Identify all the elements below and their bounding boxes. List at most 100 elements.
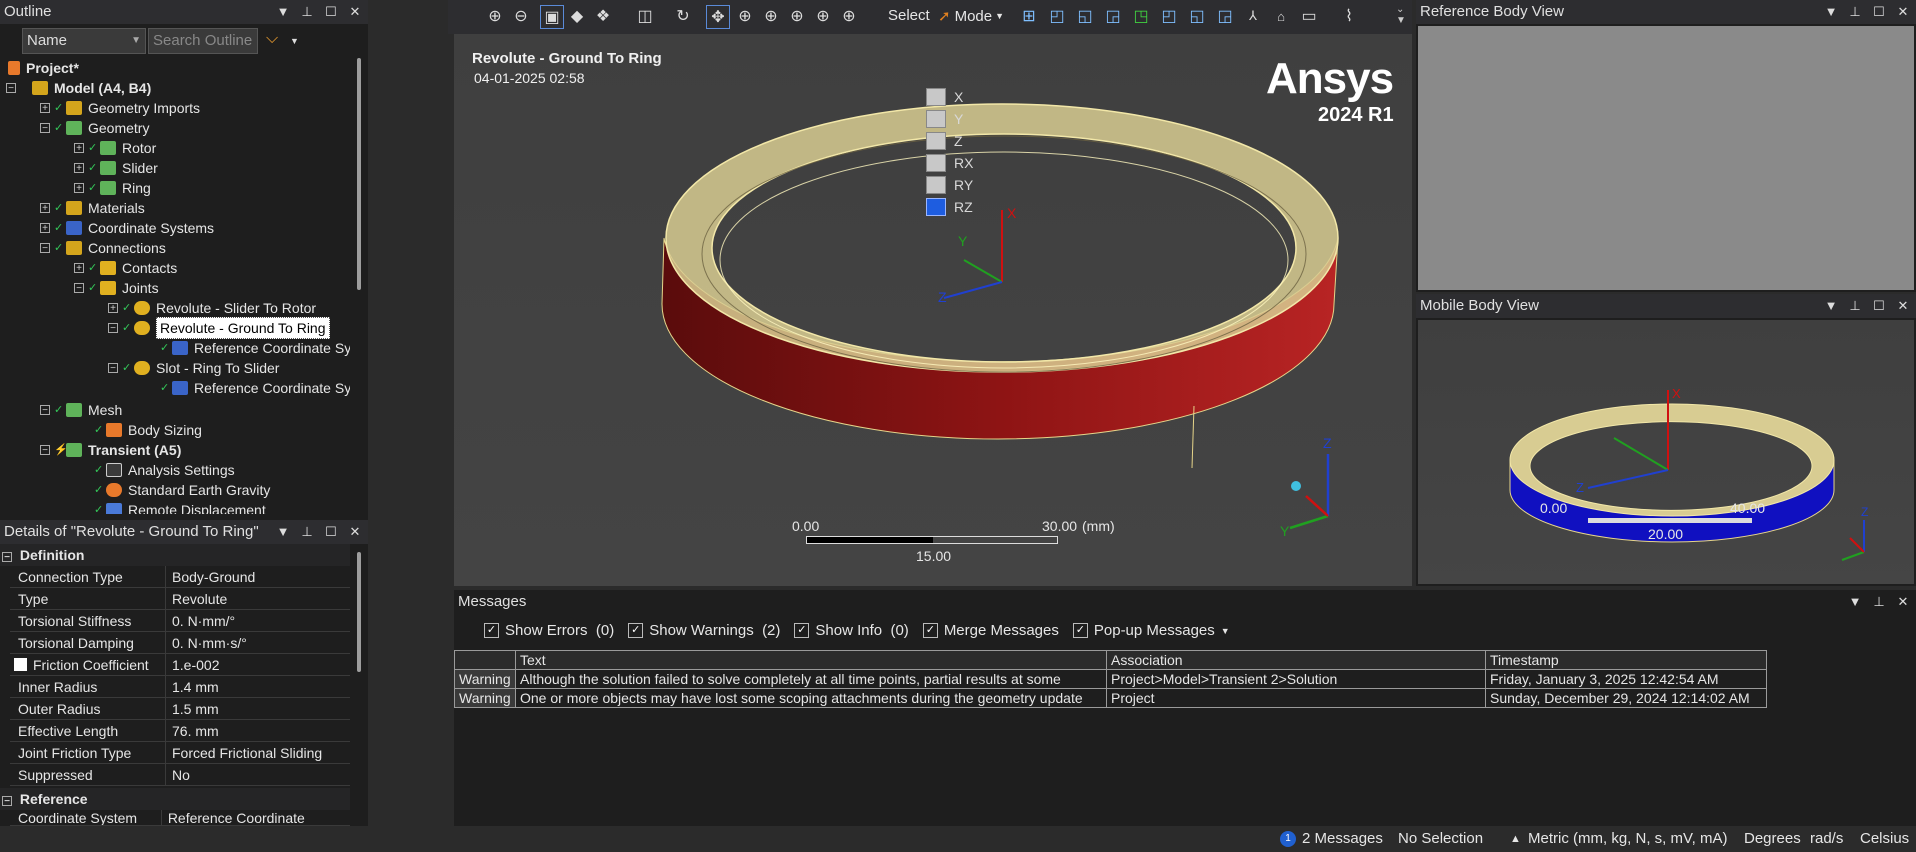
detail-value[interactable]: Forced Frictional Sliding xyxy=(166,742,322,763)
message-timestamp[interactable]: Friday, January 3, 2025 12:42:54 AM xyxy=(1485,669,1767,689)
detail-value[interactable]: 1.5 mm xyxy=(166,698,219,719)
select-node-icon[interactable]: ◳ xyxy=(1130,5,1152,27)
show-warnings-toggle[interactable]: ✓ Show Warnings (2) xyxy=(628,622,780,639)
tree-node-mesh[interactable]: − ✓ Mesh xyxy=(40,400,122,420)
detail-value[interactable]: 76. mm xyxy=(166,720,219,741)
box-zoom-icon[interactable]: ⊕ xyxy=(760,5,782,27)
details-scrollbar[interactable] xyxy=(352,544,366,826)
show-info-toggle[interactable]: ✓ Show Info (0) xyxy=(794,622,909,639)
close-icon[interactable]: ✕ xyxy=(1896,0,1910,24)
dof-checkbox[interactable] xyxy=(926,110,946,128)
dropdown-icon[interactable]: ▼ xyxy=(1848,590,1862,614)
type-column-header[interactable] xyxy=(454,650,516,670)
detail-value[interactable]: No xyxy=(166,764,190,785)
dof-checkbox[interactable] xyxy=(926,88,946,106)
expand-icon[interactable]: + xyxy=(74,163,84,174)
dof-y[interactable]: Y xyxy=(926,110,963,128)
collapse-icon[interactable]: − xyxy=(108,363,118,374)
tree-node-gravity[interactable]: ✓ Standard Earth Gravity xyxy=(94,480,270,500)
dof-ry[interactable]: RY xyxy=(926,176,973,194)
scrollbar-thumb[interactable] xyxy=(357,552,361,672)
select-label[interactable]: Select xyxy=(888,7,930,24)
maximize-icon[interactable]: ☐ xyxy=(1872,0,1886,24)
tree-node-geometry[interactable]: − ✓ Geometry xyxy=(40,118,149,138)
tree-node-slider[interactable]: + ✓ Slider xyxy=(74,158,158,178)
select-body-icon[interactable]: ◲ xyxy=(1102,5,1124,27)
detail-row[interactable]: Connection Type Body-Ground xyxy=(10,566,350,588)
expand-icon[interactable]: + xyxy=(40,203,50,214)
status-angle[interactable]: Degrees xyxy=(1744,826,1801,852)
detail-row[interactable]: Effective Length 76. mm xyxy=(10,720,350,742)
chevron-down-icon[interactable]: ▼ xyxy=(290,36,299,46)
magnifier-icon[interactable]: ⊕ xyxy=(812,5,834,27)
select-vertex-icon[interactable]: ⊞ xyxy=(1018,5,1040,27)
collapse-icon[interactable]: − xyxy=(40,445,50,456)
definition-section[interactable]: − Definition xyxy=(0,544,350,566)
detail-row[interactable]: Outer Radius 1.5 mm xyxy=(10,698,350,720)
close-icon[interactable]: ✕ xyxy=(348,0,362,24)
dof-checkbox[interactable] xyxy=(926,176,946,194)
pin-view-icon[interactable]: ◫ xyxy=(634,5,656,27)
mobile-ring-model[interactable]: X Z Z xyxy=(1418,320,1914,584)
collapse-icon[interactable]: − xyxy=(2,796,12,807)
tree-node-ring[interactable]: + ✓ Ring xyxy=(74,178,151,198)
dropdown-icon[interactable]: ▼ xyxy=(276,0,290,24)
detail-row[interactable]: Friction Coefficient 1.e-002 xyxy=(10,654,350,676)
tree-node-coordinate-systems[interactable]: + ✓ Coordinate Systems xyxy=(40,218,214,238)
status-rate[interactable]: rad/s xyxy=(1810,826,1843,852)
message-text[interactable]: One or more objects may have lost some s… xyxy=(515,688,1107,708)
tree-node-joints[interactable]: − ✓ Joints xyxy=(74,278,159,298)
message-timestamp[interactable]: Sunday, December 29, 2024 12:14:02 AM xyxy=(1485,688,1767,708)
close-icon[interactable]: ✕ xyxy=(348,520,362,544)
close-icon[interactable]: ✕ xyxy=(1896,590,1910,614)
dof-checkbox[interactable] xyxy=(926,132,946,150)
pin-icon[interactable]: ⊥ xyxy=(300,520,314,544)
maximize-icon[interactable]: ☐ xyxy=(324,0,338,24)
expand-icon[interactable]: + xyxy=(74,183,84,194)
message-type[interactable]: Warning xyxy=(454,669,516,689)
tree-node-rotor[interactable]: + ✓ Rotor xyxy=(74,138,156,158)
status-units[interactable]: Metric (mm, kg, N, s, mV, mA) xyxy=(1528,826,1727,852)
dof-checkbox[interactable] xyxy=(926,154,946,172)
detail-row[interactable]: Type Revolute xyxy=(10,588,350,610)
message-type[interactable]: Warning xyxy=(454,688,516,708)
reference-view-canvas[interactable] xyxy=(1418,26,1914,290)
close-icon[interactable]: ✕ xyxy=(1896,294,1910,318)
dof-z[interactable]: Z xyxy=(926,132,963,150)
pin-icon[interactable]: ⊥ xyxy=(1848,294,1862,318)
tree-node-analysis-settings[interactable]: ✓ Analysis Settings xyxy=(94,460,235,480)
column-header[interactable]: Timestamp xyxy=(1485,650,1767,670)
detail-value[interactable]: 1.e-002 xyxy=(166,654,219,675)
zoom-to-fit-icon[interactable]: ⊕ xyxy=(786,5,808,27)
toolbar-overflow-icon[interactable]: ⌄ ▼ xyxy=(1396,4,1406,26)
mobile-view-canvas[interactable]: X Z Z 0.00 40.00 20.00 xyxy=(1418,320,1914,584)
tree-node-reference-cs-2[interactable]: ✓ Reference Coordinate System xyxy=(160,378,350,398)
mode-dropdown[interactable]: ➚ Mode ▼ xyxy=(938,7,1004,26)
select-face-icon[interactable]: ◱ xyxy=(1074,5,1096,27)
pin-icon[interactable]: ⊥ xyxy=(1848,0,1862,24)
chart-icon[interactable]: ⌇ xyxy=(1338,5,1360,27)
collapse-icon[interactable]: − xyxy=(74,283,84,294)
dropdown-icon[interactable]: ▼ xyxy=(276,520,290,544)
outline-scrollbar[interactable] xyxy=(352,58,366,514)
dof-checkbox-checked[interactable] xyxy=(926,198,946,216)
select-edge-icon[interactable]: ◰ xyxy=(1046,5,1068,27)
solid-view-icon[interactable]: ◆ xyxy=(566,5,588,27)
message-bubble-icon[interactable]: 1 xyxy=(1280,831,1296,847)
select-mesh-icon[interactable]: ◲ xyxy=(1214,5,1236,27)
pan-icon[interactable]: ✥ xyxy=(706,5,730,29)
tree-node-model[interactable]: − Model (A4, B4) xyxy=(6,78,151,98)
tree-node-transient[interactable]: − ⚡ Transient (A5) xyxy=(40,440,181,460)
detail-row[interactable]: Coordinate SystemReference Coordinate Sy… xyxy=(10,810,350,826)
caret-up-icon[interactable]: ▲ xyxy=(1510,826,1521,852)
scrollbar-thumb[interactable] xyxy=(357,58,361,290)
graphics-options-icon[interactable]: ❖ xyxy=(592,5,614,27)
detail-value[interactable]: Body-Ground xyxy=(166,566,255,587)
collapse-icon[interactable]: − xyxy=(40,405,50,416)
tree-node-remote-displacement[interactable]: ✓ Remote Displacement xyxy=(94,500,266,514)
tree-node-reference-cs-1[interactable]: ✓ Reference Coordinate System xyxy=(160,338,350,358)
maximize-icon[interactable]: ☐ xyxy=(1872,294,1886,318)
detail-row[interactable]: Torsional Damping 0. N·mm·s/° xyxy=(10,632,350,654)
maximize-icon[interactable]: ☐ xyxy=(324,520,338,544)
select-element-face-icon[interactable]: ◰ xyxy=(1158,5,1180,27)
